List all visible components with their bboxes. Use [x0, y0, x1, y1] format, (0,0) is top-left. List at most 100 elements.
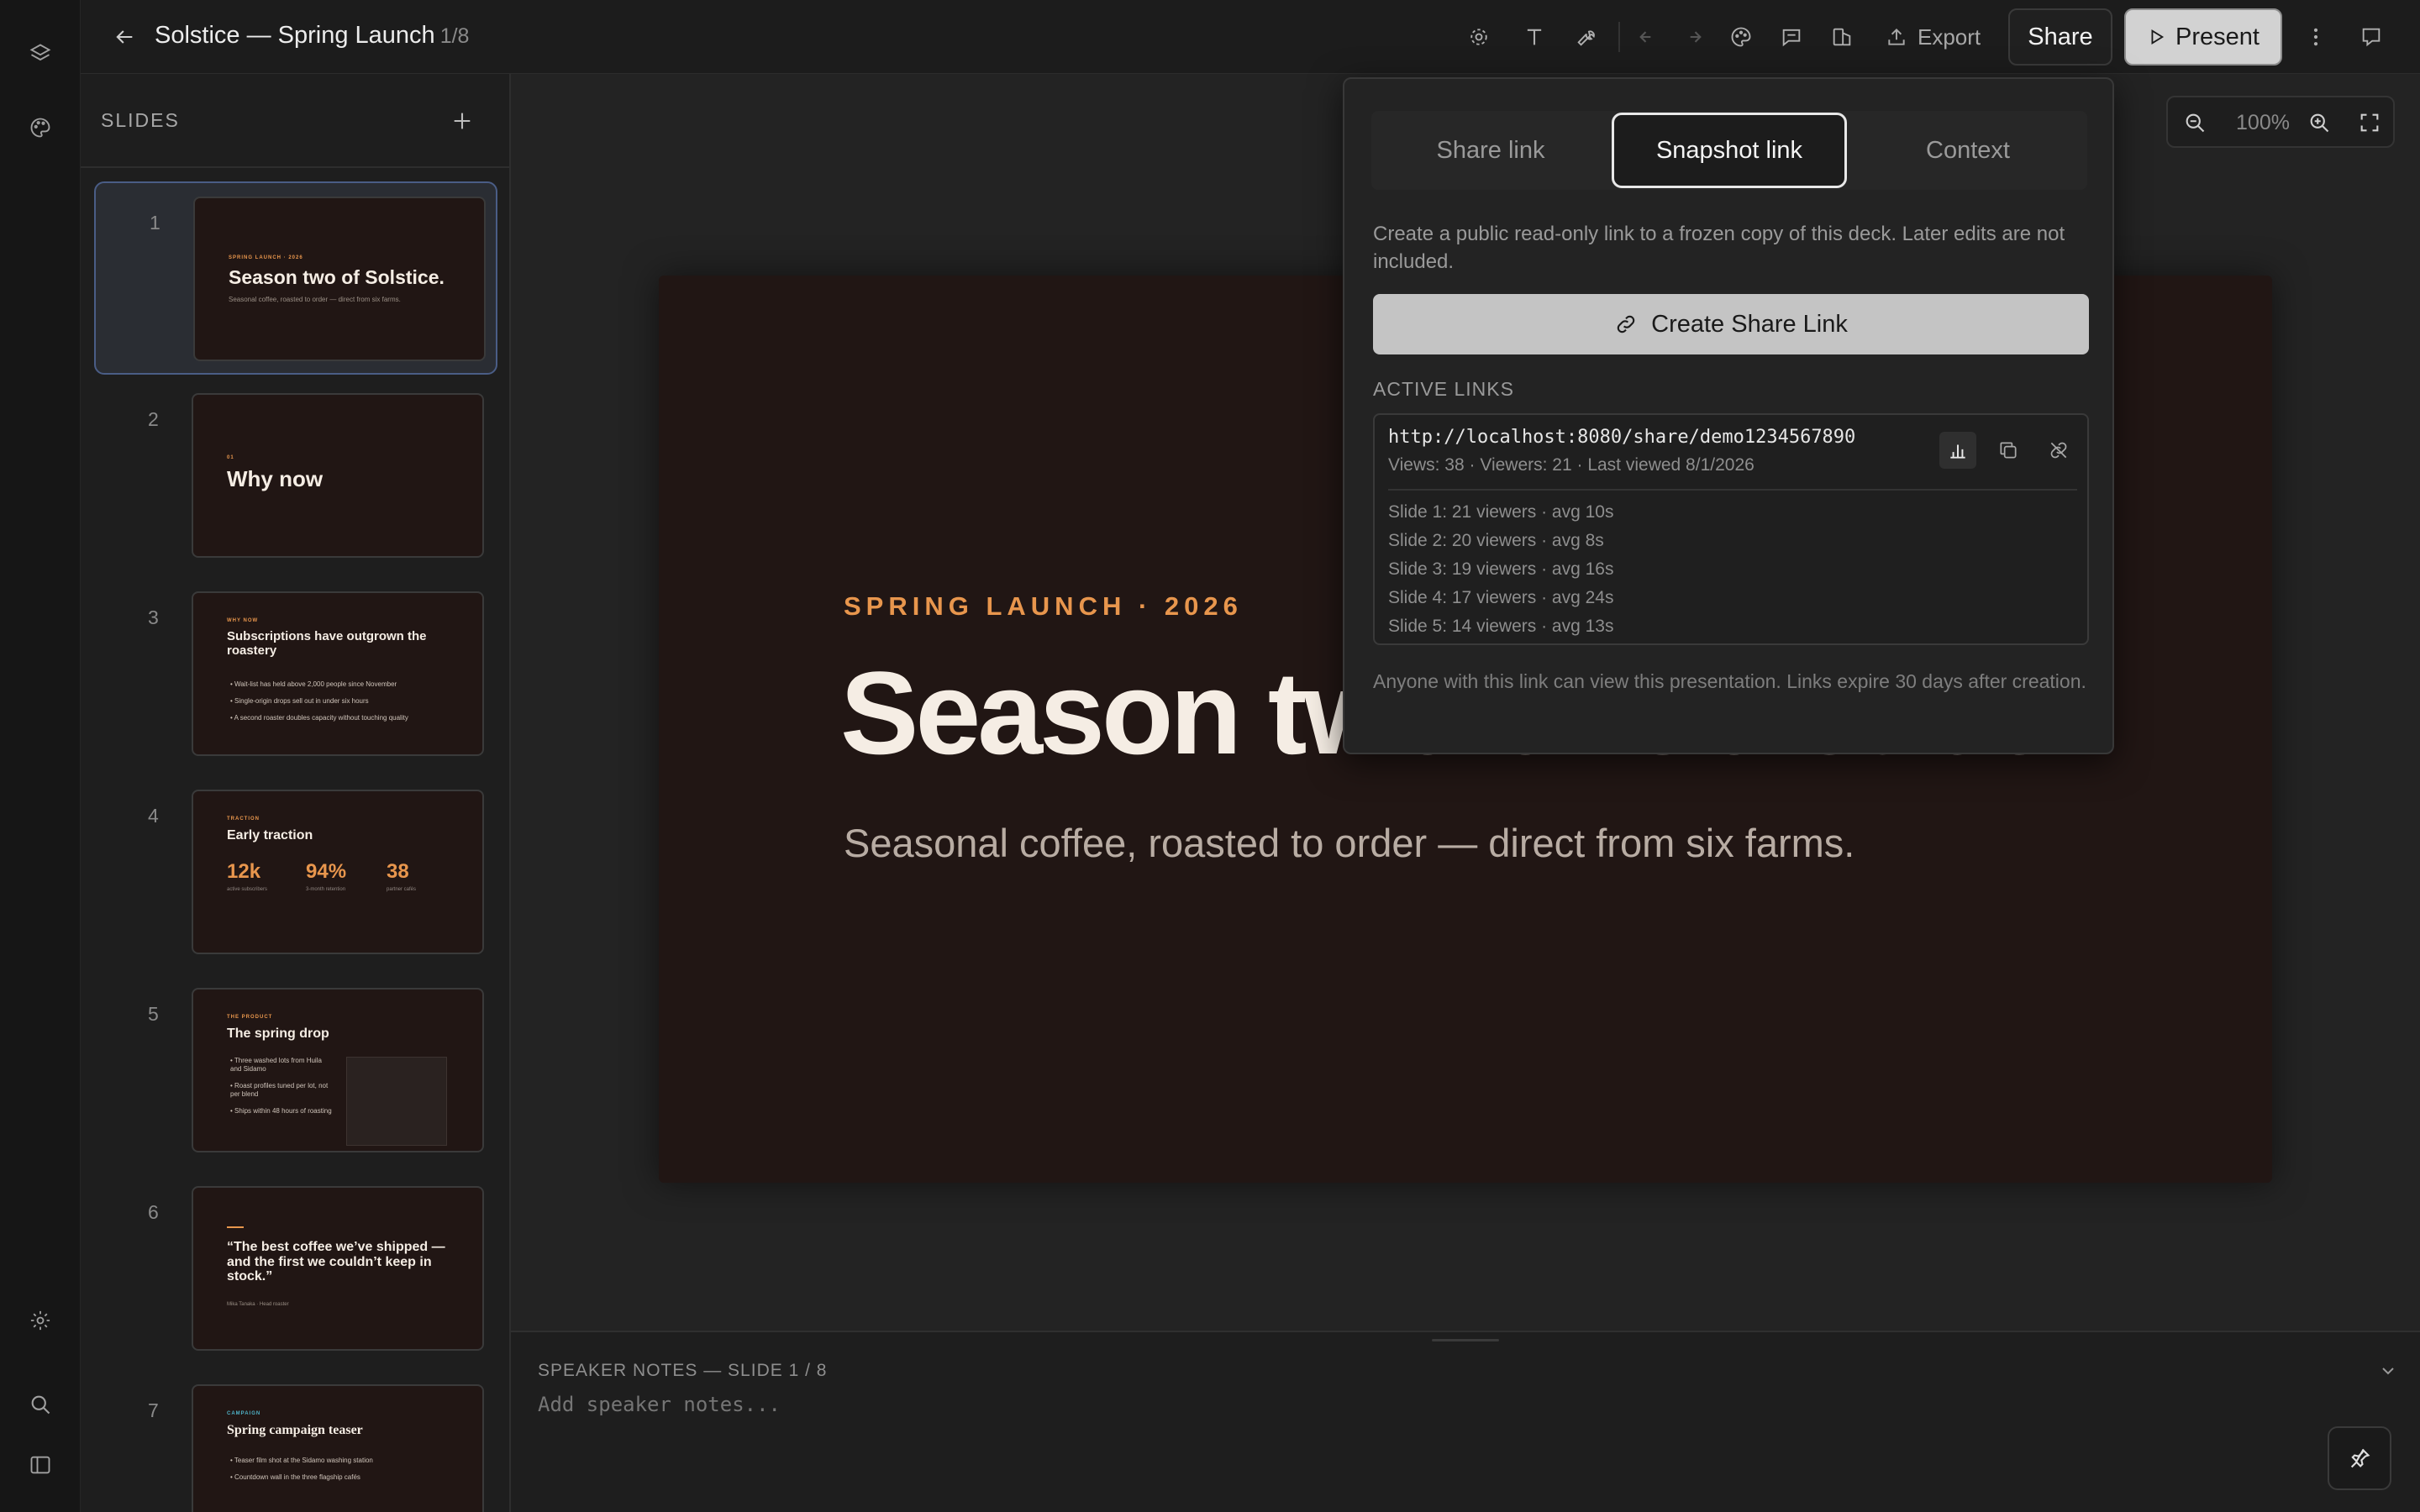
export-label: Export [1918, 24, 1981, 50]
thumb-title: Spring campaign teaser [227, 1423, 363, 1437]
chat-panel-icon[interactable] [2354, 20, 2388, 54]
left-rail [0, 0, 81, 1512]
add-slide-icon[interactable] [445, 104, 479, 138]
share-button[interactable]: Share [2008, 8, 2112, 66]
slide-view-stat: Slide 2: 20 viewers · avg 8s [1388, 531, 1604, 550]
slide-thumbnail-row[interactable]: 5 THE PRODUCT The spring drop • Three wa… [94, 974, 497, 1168]
speaker-notes-label: SPEAKER NOTES — SLIDE 1 / 8 [538, 1361, 828, 1380]
thumb-eyebrow: SPRING LAUNCH · 2026 [229, 255, 303, 260]
wrench-icon[interactable] [1570, 20, 1603, 54]
slide-thumbnail[interactable]: TRACTION Early traction 12k active subsc… [192, 790, 484, 954]
analytics-bar-chart-icon[interactable] [1939, 432, 1976, 469]
slide-number: 6 [148, 1201, 159, 1223]
thumb-eyebrow: TRACTION [227, 816, 260, 822]
sidebar-toggle-icon[interactable] [24, 1448, 57, 1482]
slide-view-stat: Slide 4: 17 viewers · avg 24s [1388, 588, 1614, 607]
thumb-bullet: • Three washed lots from Huila and Sidam… [230, 1057, 322, 1073]
settings-icon[interactable] [24, 1304, 57, 1337]
active-link-card: http://localhost:8080/share/demo12345678… [1373, 413, 2089, 645]
tab-share-link[interactable]: Share link [1371, 111, 1610, 190]
gear-icon[interactable] [1462, 20, 1496, 54]
fullscreen-icon[interactable] [2353, 106, 2386, 139]
upload-icon [1888, 28, 1905, 45]
slide-thumbnail-row[interactable]: 4 TRACTION Early traction 12k active sub… [94, 776, 497, 969]
share-link-url[interactable]: http://localhost:8080/share/demo12345678… [1388, 427, 1855, 448]
slides-panel: SLIDES 1 SPRING LAUNCH · 2026 Season two… [81, 74, 511, 1512]
thumb-quote: “The best coffee we’ve shipped — and the… [227, 1240, 445, 1284]
slide-subtitle[interactable]: Seasonal coffee, roasted to order — dire… [844, 820, 1854, 866]
copy-icon[interactable] [1990, 432, 2027, 469]
present-label: Present [2175, 23, 2260, 50]
slide-eyebrow[interactable]: SPRING LAUNCH · 2026 [844, 591, 1243, 622]
slide-thumbnail-row[interactable]: 1 SPRING LAUNCH · 2026 Season two of Sol… [94, 181, 497, 375]
thumb-accent-rule [227, 1226, 244, 1228]
search-icon[interactable] [24, 1388, 57, 1421]
palette-icon[interactable] [24, 111, 57, 144]
thumb-stat-value: 38 [387, 860, 409, 883]
slide-thumbnail-row[interactable]: 3 WHY NOW Subscriptions have outgrown th… [94, 578, 497, 771]
zoom-in-icon[interactable] [2302, 106, 2336, 139]
thumb-title: Early traction [227, 828, 313, 843]
zoom-controls: 100% [2166, 96, 2395, 148]
more-vertical-icon[interactable] [2299, 20, 2333, 54]
slide-thumbnail-row[interactable]: 2 01 Why now [94, 380, 497, 573]
thumb-eyebrow: 01 [227, 455, 234, 460]
slide-thumbnail-row[interactable]: 7 CAMPAIGN Spring campaign teaser • Teas… [94, 1371, 497, 1512]
create-share-link-button[interactable]: Create Share Link [1373, 294, 2089, 354]
chevron-down-icon[interactable] [2375, 1357, 2402, 1384]
snapshot-description: Create a public read-only link to a froz… [1373, 223, 2065, 273]
thumb-stat-value: 12k [227, 860, 261, 883]
slide-thumbnail[interactable]: SPRING LAUNCH · 2026 Season two of Solst… [193, 197, 486, 361]
slide-number: 5 [148, 1003, 159, 1025]
create-share-link-label: Create Share Link [1651, 310, 1848, 338]
export-button[interactable]: Export [1886, 18, 1981, 55]
layout-icon[interactable] [1825, 20, 1859, 54]
speaker-notes-input[interactable] [538, 1393, 2302, 1416]
thumb-title: Subscriptions have outgrown the roastery [227, 629, 427, 658]
notes-resize-handle[interactable] [1432, 1339, 1499, 1341]
present-button[interactable]: Present [2124, 8, 2282, 66]
slide-thumbnail[interactable]: WHY NOW Subscriptions have outgrown the … [192, 591, 484, 756]
pin-icon[interactable] [2328, 1426, 2391, 1490]
share-tabs: Share link Snapshot link Context [1371, 111, 2087, 190]
slide-thumbnail-row[interactable]: 6 “The best coffee we’ve shipped — and t… [94, 1173, 497, 1366]
slide-number: 2 [148, 408, 159, 430]
link-expiry-note: Anyone with this link can view this pres… [1373, 670, 2086, 692]
thumb-stat-label: 3-month retention [306, 887, 346, 892]
redo-icon[interactable] [1676, 20, 1709, 54]
slide-number: 3 [148, 606, 159, 628]
text-icon[interactable] [1518, 20, 1551, 54]
zoom-out-icon[interactable] [2178, 106, 2212, 139]
thumb-bullet: • Teaser film shot at the Sidamo washing… [230, 1457, 373, 1464]
back-arrow-icon[interactable] [108, 20, 141, 54]
slide-thumbnail[interactable]: “The best coffee we’ve shipped — and the… [192, 1186, 484, 1351]
thumb-stat-value: 94% [306, 860, 347, 883]
slide-view-stat: Slide 1: 21 viewers · avg 10s [1388, 502, 1614, 522]
speaker-notes-panel: SPEAKER NOTES — SLIDE 1 / 8 [511, 1331, 2420, 1512]
thumb-subtitle: Seasonal coffee, roasted to order — dire… [229, 296, 401, 303]
play-icon [2151, 29, 2165, 45]
slides-label: SLIDES [101, 109, 180, 131]
theme-palette-icon[interactable] [1724, 20, 1758, 54]
slide-view-stat: Slide 3: 19 viewers · avg 16s [1388, 559, 1614, 579]
thumb-bullet: • Ships within 48 hours of roasting [230, 1107, 332, 1115]
link-divider [1388, 489, 2077, 491]
slide-thumbnail[interactable]: THE PRODUCT The spring drop • Three wash… [192, 988, 484, 1152]
undo-icon[interactable] [1632, 20, 1665, 54]
app-root: Solstice — Spring Launch 1/8 Export Shar… [0, 0, 2420, 1512]
thumb-bullet: • Wait-list has held above 2,000 people … [230, 680, 397, 688]
slide-thumbnail[interactable]: 01 Why now [192, 393, 484, 558]
thumb-title: The spring drop [227, 1026, 329, 1041]
comment-icon[interactable] [1775, 20, 1808, 54]
slide-number: 4 [148, 805, 159, 827]
thumb-attribution: Mika Tanaka · Head roaster [227, 1302, 289, 1307]
active-links-label: ACTIVE LINKS [1373, 378, 1514, 400]
deck-title[interactable]: Solstice — Spring Launch 1/8 [155, 22, 469, 50]
thumb-eyebrow: WHY NOW [227, 618, 259, 623]
thumb-bullet: • Single-origin drops sell out in under … [230, 697, 369, 705]
tab-context[interactable]: Context [1849, 111, 2087, 190]
unlink-icon[interactable] [2040, 432, 2077, 469]
layers-icon[interactable] [24, 37, 57, 71]
tab-snapshot-link[interactable]: Snapshot link [1612, 113, 1847, 188]
slide-thumbnail[interactable]: CAMPAIGN Spring campaign teaser • Teaser… [192, 1384, 484, 1512]
